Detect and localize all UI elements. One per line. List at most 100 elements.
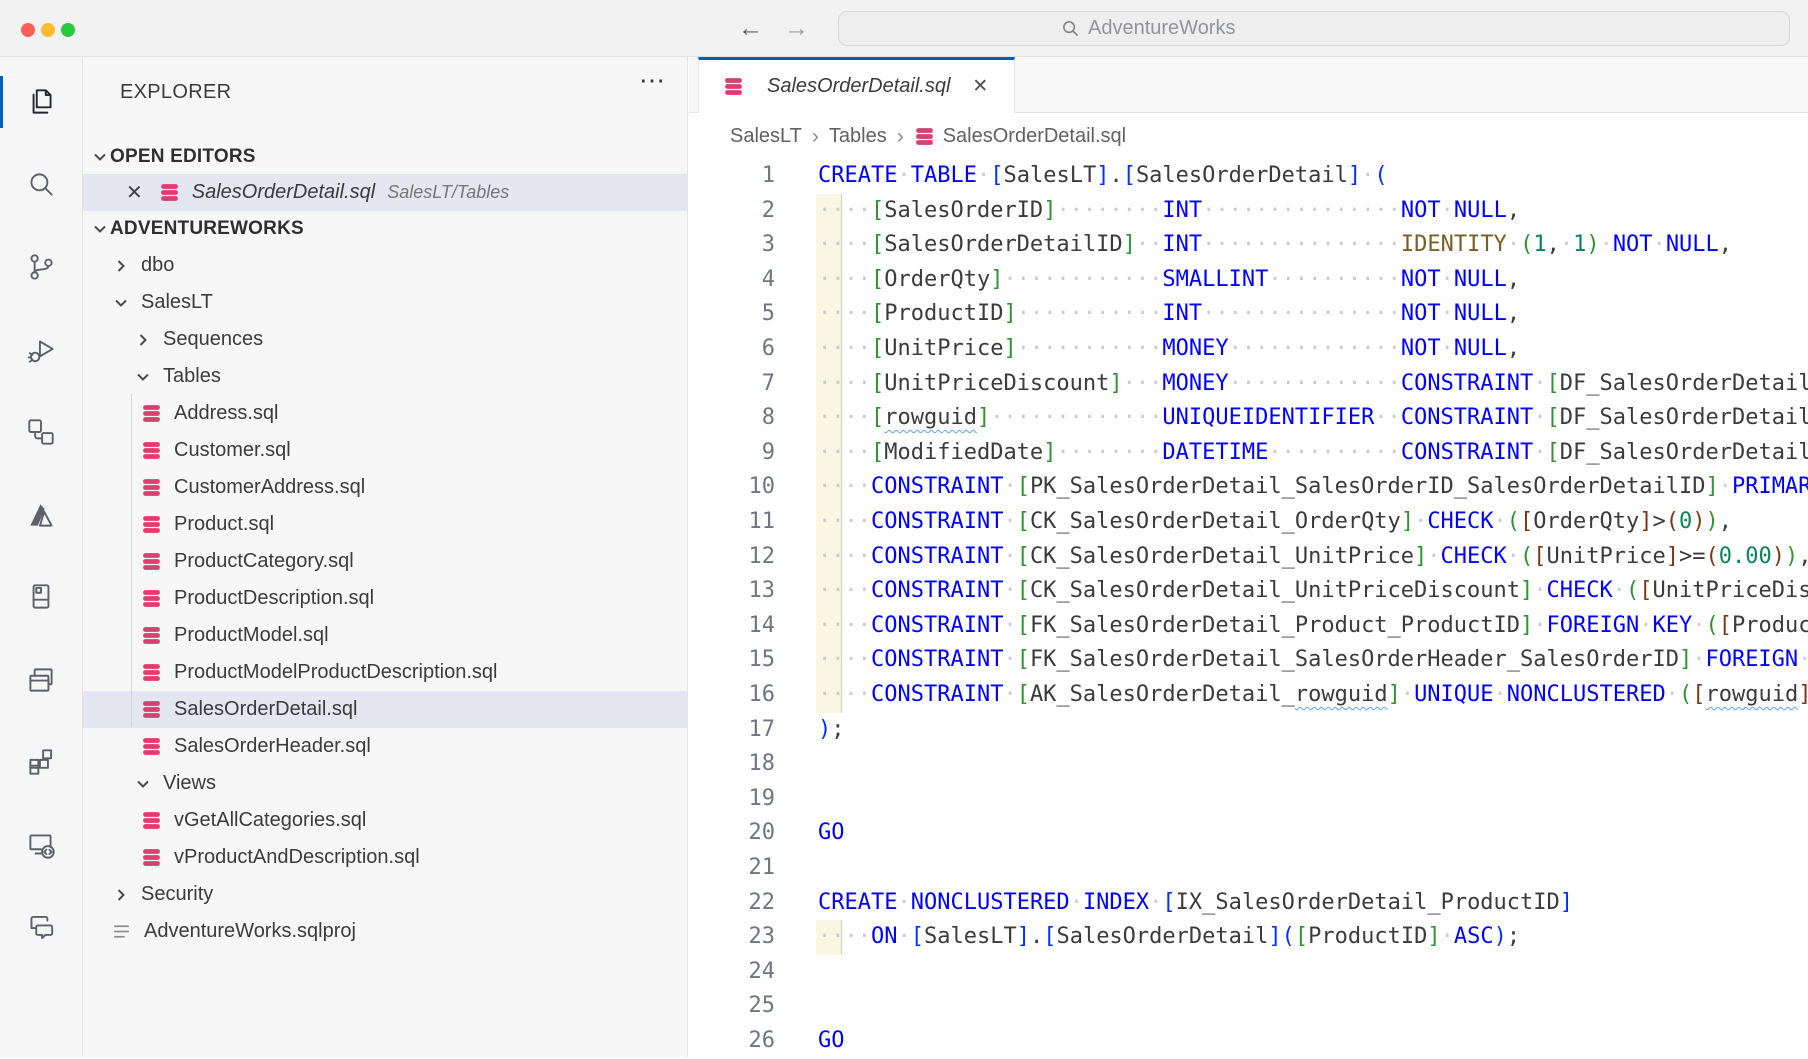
code-line-17[interactable]: 17); — [689, 713, 1808, 748]
tree-item-address-sql[interactable]: Address.sql — [83, 395, 688, 432]
code-line-22[interactable]: 22CREATE·NONCLUSTERED·INDEX·[IX_SalesOrd… — [689, 886, 1808, 921]
line-number: 4 — [689, 263, 775, 298]
close-editor-icon[interactable]: ✕ — [126, 180, 143, 205]
open-editor-item[interactable]: ✕ SalesOrderDetail.sql SalesLT/Tables — [83, 174, 688, 211]
line-number: 21 — [689, 851, 775, 886]
tree-item-tables[interactable]: Tables — [83, 358, 688, 395]
tree-item-label: Sequences — [163, 328, 263, 351]
tree-item-productmodel-sql[interactable]: ProductModel.sql — [83, 617, 688, 654]
code-line-15[interactable]: 15····CONSTRAINT·[FK_SalesOrderDetail_Sa… — [689, 643, 1808, 678]
explorer-sidebar: EXPLORER ⋯ OPEN EDITORS✕ SalesOrderDetai… — [83, 57, 688, 1057]
tree-item-dbo[interactable]: dbo — [83, 247, 688, 284]
activity-run-debug-icon[interactable] — [0, 315, 82, 385]
maximize-window-button[interactable] — [61, 23, 75, 37]
code-line-18[interactable]: 18 — [689, 747, 1808, 782]
activity-search-icon[interactable] — [0, 150, 82, 220]
sql-file-icon — [141, 440, 162, 461]
tab-close-icon[interactable]: ✕ — [972, 75, 988, 98]
code-line-11[interactable]: 11····CONSTRAINT·[CK_SalesOrderDetail_Or… — [689, 505, 1808, 540]
chevron-right-icon — [133, 330, 153, 350]
code-line-9[interactable]: 9····[ModifiedDate]········DATETIME·····… — [689, 436, 1808, 471]
minimize-window-button[interactable] — [41, 23, 55, 37]
activity-extensions-icon[interactable] — [0, 727, 82, 797]
sql-file-icon — [141, 588, 162, 609]
code-line-25[interactable]: 25 — [689, 989, 1808, 1024]
activity-azure-icon[interactable] — [0, 480, 82, 550]
code-line-5[interactable]: 5····[ProductID]···········INT··········… — [689, 297, 1808, 332]
navigate-forward-button[interactable]: → — [784, 14, 809, 42]
code-line-10[interactable]: 10····CONSTRAINT·[PK_SalesOrderDetail_Sa… — [689, 470, 1808, 505]
code-line-3[interactable]: 3····[SalesOrderDetailID]··INT··········… — [689, 228, 1808, 263]
breadcrumb-item[interactable]: Tables — [829, 125, 887, 148]
code-line-12[interactable]: 12····CONSTRAINT·[CK_SalesOrderDetail_Un… — [689, 540, 1808, 575]
code-text: ); — [818, 713, 845, 748]
code-line-2[interactable]: 2····[SalesOrderID]········INT··········… — [689, 194, 1808, 229]
tree-item-salesorderdetail-sql[interactable]: SalesOrderDetail.sql — [83, 691, 688, 728]
activity-windows-icon[interactable] — [0, 645, 82, 715]
tree-item-saleslt[interactable]: SalesLT — [83, 284, 688, 321]
breadcrumb-item[interactable]: SalesLT — [730, 125, 802, 148]
tree-item-views[interactable]: Views — [83, 765, 688, 802]
code-text: ····[SalesOrderID]········INT···········… — [818, 194, 1520, 229]
tree-indent-guide — [131, 394, 132, 727]
tree-item-label: SalesLT — [141, 291, 213, 314]
activity-remote-explorer-icon[interactable] — [0, 810, 82, 880]
code-line-8[interactable]: 8····[rowguid]·············UNIQUEIDENTIF… — [689, 401, 1808, 436]
tree-item-customeraddress-sql[interactable]: CustomerAddress.sql — [83, 469, 688, 506]
code-text: ····CONSTRAINT·[CK_SalesOrderDetail_Unit… — [818, 574, 1808, 609]
code-line-21[interactable]: 21 — [689, 851, 1808, 886]
code-line-20[interactable]: 20GO — [689, 816, 1808, 851]
activity-linked-objects-icon[interactable] — [0, 397, 82, 467]
code-line-26[interactable]: 26GO — [689, 1024, 1808, 1059]
chevron-down-icon — [133, 774, 153, 794]
tree-item-customer-sql[interactable]: Customer.sql — [83, 432, 688, 469]
code-line-13[interactable]: 13····CONSTRAINT·[CK_SalesOrderDetail_Un… — [689, 574, 1808, 609]
open-editor-label: SalesOrderDetail.sql — [192, 181, 375, 204]
code-text: ····CONSTRAINT·[FK_SalesOrderDetail_Prod… — [818, 609, 1808, 644]
code-text: ····[ProductID]···········INT···········… — [818, 297, 1520, 332]
line-number: 9 — [689, 436, 775, 471]
code-line-4[interactable]: 4····[OrderQty]············SMALLINT·····… — [689, 263, 1808, 298]
code-text: ····[UnitPrice]···········MONEY·········… — [818, 332, 1520, 367]
tree-item-product-sql[interactable]: Product.sql — [83, 506, 688, 543]
activity-notebook-icon[interactable] — [0, 562, 82, 632]
code-line-19[interactable]: 19 — [689, 782, 1808, 817]
code-line-23[interactable]: 23····ON·[SalesLT].[SalesOrderDetail]([P… — [689, 920, 1808, 955]
more-actions-icon[interactable]: ⋯ — [639, 65, 665, 96]
sql-file-icon — [159, 182, 180, 203]
tree-item-vgetallcategories-sql[interactable]: vGetAllCategories.sql — [83, 802, 688, 839]
code-line-16[interactable]: 16····CONSTRAINT·[AK_SalesOrderDetail_ro… — [689, 678, 1808, 713]
breadcrumb[interactable]: SalesLT›Tables› SalesOrderDetail.sql — [689, 113, 1808, 160]
tree-item-label: SalesOrderHeader.sql — [174, 735, 371, 758]
activity-explorer-icon[interactable] — [0, 67, 82, 137]
tree-item-adventureworks-sqlproj[interactable]: AdventureWorks.sqlproj — [83, 913, 688, 950]
tree-item-productdescription-sql[interactable]: ProductDescription.sql — [83, 580, 688, 617]
code-line-24[interactable]: 24 — [689, 955, 1808, 990]
close-window-button[interactable] — [21, 23, 35, 37]
section-adventureworks[interactable]: ADVENTUREWORKS — [83, 210, 688, 247]
tree-item-salesorderheader-sql[interactable]: SalesOrderHeader.sql — [83, 728, 688, 765]
activity-comments-icon[interactable] — [0, 892, 82, 962]
code-text: ····[SalesOrderDetailID]··INT···········… — [818, 228, 1732, 263]
tab-salesorderdetail[interactable]: SalesOrderDetail.sql ✕ — [698, 57, 1015, 113]
command-center[interactable]: AdventureWorks — [838, 11, 1790, 46]
code-editor[interactable]: 1CREATE·TABLE·[SalesLT].[SalesOrderDetai… — [689, 159, 1808, 1057]
section-open-editors[interactable]: OPEN EDITORS — [83, 138, 688, 175]
tree-item-security[interactable]: Security — [83, 876, 688, 913]
tree-item-vproductanddescription-sql[interactable]: vProductAndDescription.sql — [83, 839, 688, 876]
line-number: 23 — [689, 920, 775, 955]
code-line-6[interactable]: 6····[UnitPrice]···········MONEY········… — [689, 332, 1808, 367]
tree-item-sequences[interactable]: Sequences — [83, 321, 688, 358]
code-line-14[interactable]: 14····CONSTRAINT·[FK_SalesOrderDetail_Pr… — [689, 609, 1808, 644]
tree-item-productcategory-sql[interactable]: ProductCategory.sql — [83, 543, 688, 580]
tree-item-label: ProductModelProductDescription.sql — [174, 661, 498, 684]
activity-source-control-icon[interactable] — [0, 232, 82, 302]
code-line-1[interactable]: 1CREATE·TABLE·[SalesLT].[SalesOrderDetai… — [689, 159, 1808, 194]
code-line-7[interactable]: 7····[UnitPriceDiscount]···MONEY········… — [689, 367, 1808, 402]
line-number: 16 — [689, 678, 775, 713]
tree-item-label: ProductModel.sql — [174, 624, 329, 647]
breadcrumb-item[interactable]: SalesOrderDetail.sql — [943, 125, 1126, 148]
navigate-back-button[interactable]: ← — [738, 14, 763, 42]
sql-file-icon — [141, 625, 162, 646]
tree-item-productmodelproductdescription-sql[interactable]: ProductModelProductDescription.sql — [83, 654, 688, 691]
